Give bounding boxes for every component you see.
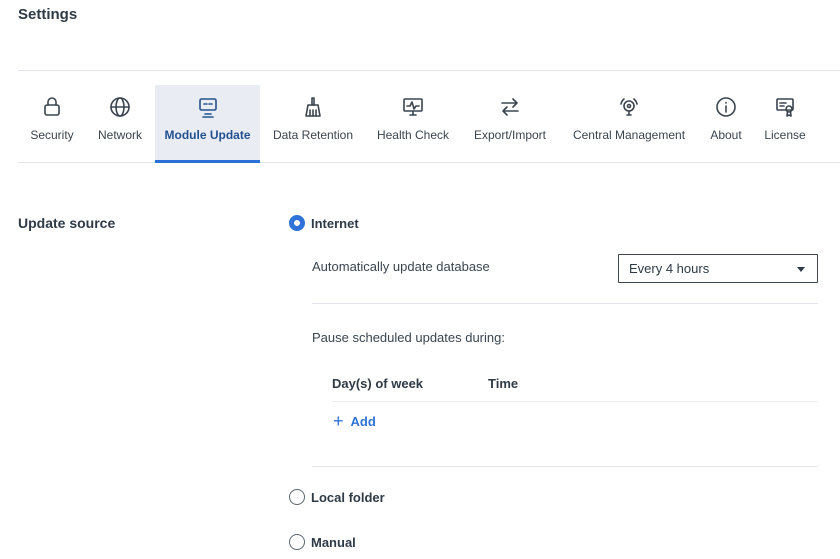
- globe-icon: [107, 94, 133, 120]
- tab-label: License: [764, 128, 806, 142]
- select-value: Every 4 hours: [629, 261, 710, 276]
- radio-local-folder[interactable]: Local folder: [289, 489, 385, 505]
- radio-label: Local folder: [311, 489, 385, 505]
- divider: [312, 466, 818, 467]
- tab-label: Data Retention: [272, 128, 354, 142]
- broom-icon: [300, 94, 326, 120]
- tab-export-import[interactable]: Export/Import: [471, 85, 549, 163]
- info-icon: [713, 94, 739, 120]
- radio-button[interactable]: [289, 489, 305, 505]
- tab-label: Health Check: [376, 128, 450, 142]
- tab-data-retention[interactable]: Data Retention: [272, 85, 354, 163]
- auto-update-label: Automatically update database: [312, 259, 490, 274]
- divider: [312, 303, 818, 304]
- pause-updates-label: Pause scheduled updates during:: [312, 330, 505, 345]
- lock-icon: [39, 94, 65, 120]
- column-header-days: Day(s) of week: [332, 376, 424, 391]
- tab-label: About: [710, 128, 742, 142]
- tab-label: Security: [30, 128, 74, 142]
- radio-manual[interactable]: Manual: [289, 534, 356, 550]
- tab-health-check[interactable]: Health Check: [375, 85, 451, 163]
- tab-central-management[interactable]: Central Management: [570, 85, 688, 163]
- monitor-pulse-icon: [400, 94, 426, 120]
- tab-label: Central Management: [572, 128, 686, 142]
- certificate-icon: [772, 94, 798, 120]
- radio-label: Manual: [311, 534, 356, 550]
- tab-license[interactable]: License: [763, 85, 807, 163]
- update-source-label: Update source: [18, 215, 116, 231]
- page-title: Settings: [18, 6, 78, 23]
- radio-label: Internet: [311, 215, 359, 231]
- tab-label: Export/Import: [473, 128, 547, 142]
- arrows-exchange-icon: [497, 94, 523, 120]
- tab-label: Network: [97, 128, 142, 142]
- update-frequency-select[interactable]: Every 4 hours: [618, 254, 818, 283]
- radio-internet[interactable]: Internet: [289, 215, 359, 231]
- settings-tab-bar: Security Network Module Update Data Rete…: [18, 70, 840, 163]
- chevron-down-icon: [797, 267, 805, 272]
- update-module-icon: [195, 94, 221, 120]
- tab-security[interactable]: Security: [28, 85, 76, 163]
- column-header-time: Time: [488, 376, 519, 391]
- divider: [332, 401, 818, 402]
- plus-icon: +: [333, 411, 344, 431]
- radio-button[interactable]: [289, 534, 305, 550]
- tab-label: Module Update: [164, 128, 251, 142]
- tab-module-update[interactable]: Module Update: [155, 85, 260, 163]
- tab-about[interactable]: About: [708, 85, 744, 163]
- add-pause-button[interactable]: + Add: [333, 411, 376, 431]
- add-label: Add: [350, 413, 376, 429]
- radio-button-checked[interactable]: [289, 215, 305, 231]
- tab-network[interactable]: Network: [94, 85, 146, 163]
- central-management-icon: [616, 94, 642, 120]
